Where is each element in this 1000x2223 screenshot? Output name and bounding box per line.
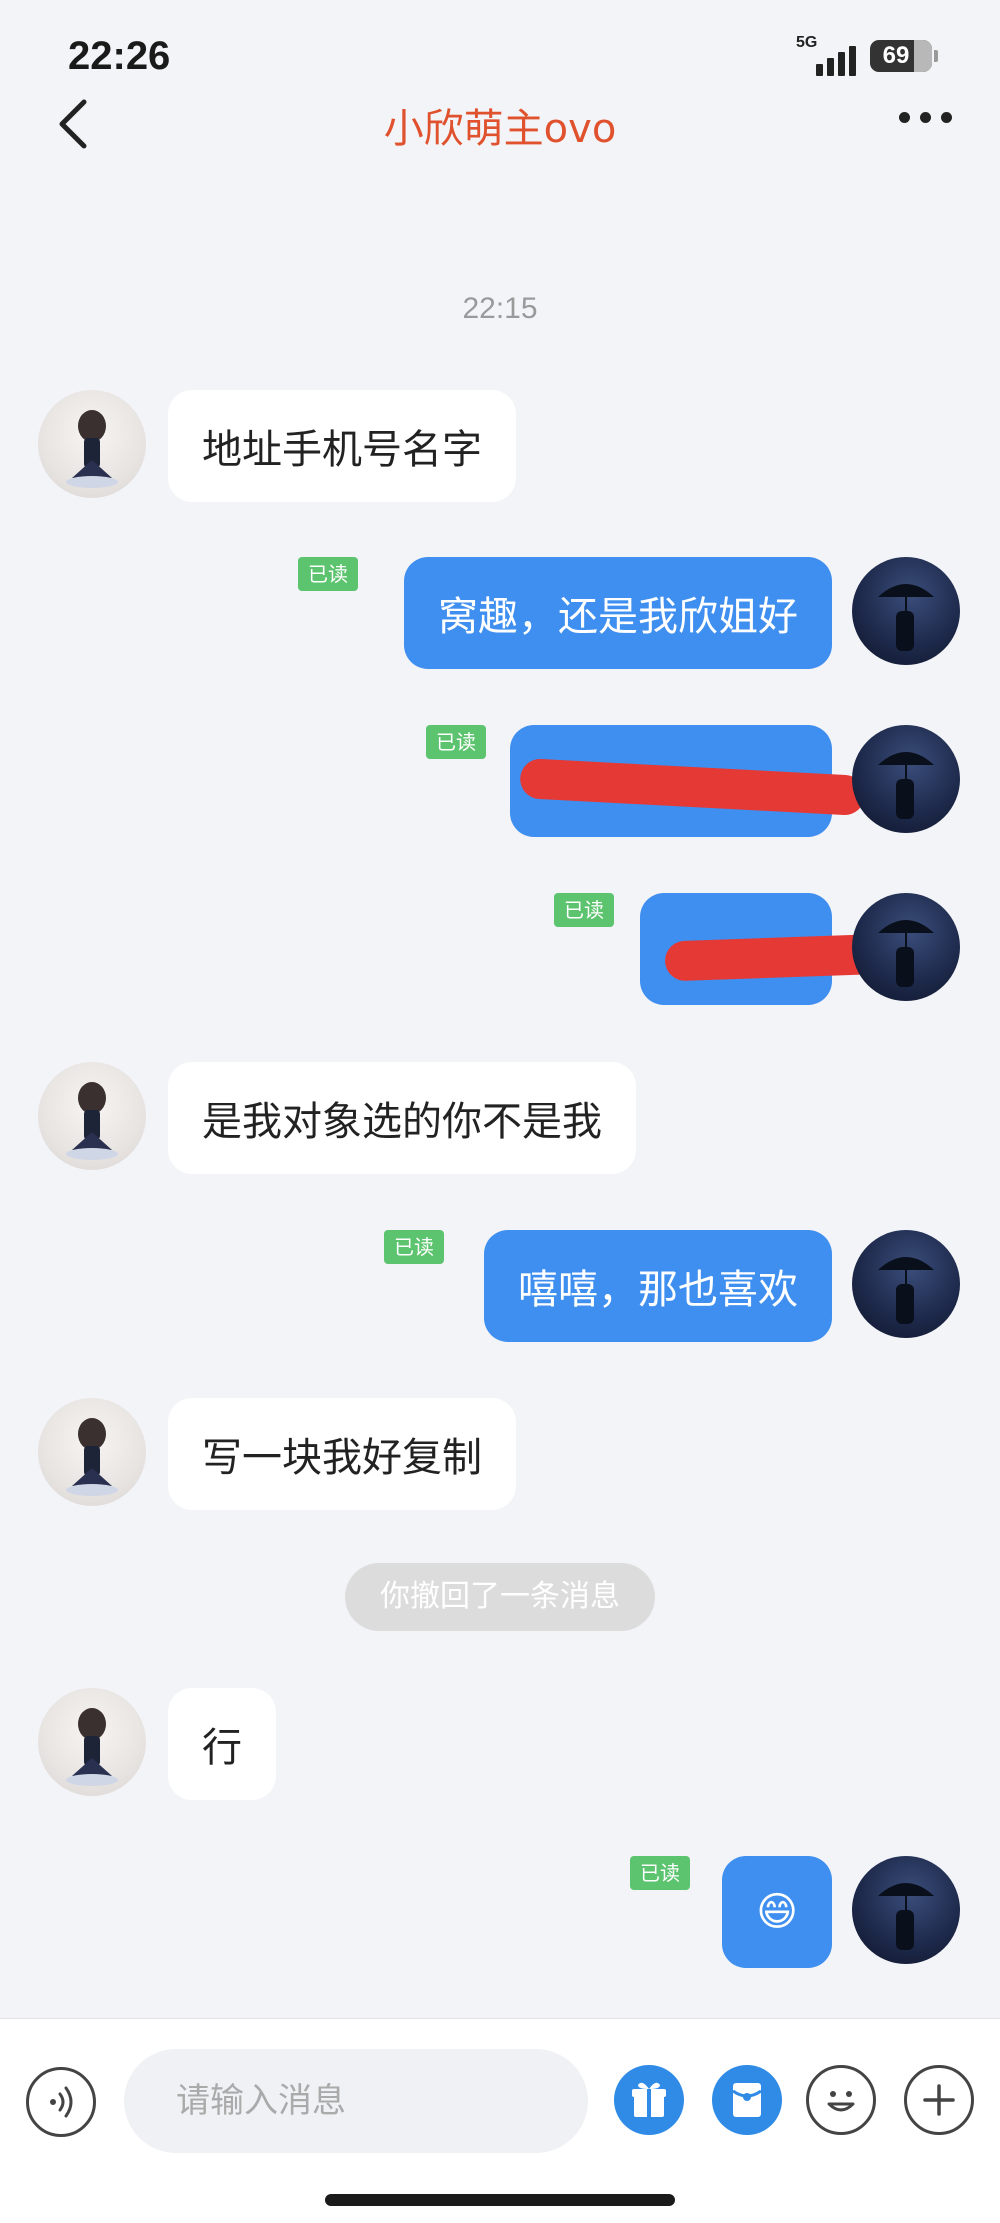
avatar[interactable] (38, 1688, 146, 1796)
plus-icon[interactable] (904, 2065, 974, 2135)
message-row: 已读 (0, 725, 1000, 837)
status-icons: 5G 69 (796, 34, 938, 76)
message-row: 已读 嘻嘻，那也喜欢 (0, 1230, 1000, 1342)
read-badge: 已读 (384, 1230, 444, 1264)
avatar[interactable] (38, 1398, 146, 1506)
read-badge: 已读 (298, 557, 358, 591)
read-badge: 已读 (554, 893, 614, 927)
battery-level: 69 (882, 42, 910, 69)
network-type: 5G (796, 34, 818, 51)
message-input[interactable] (124, 2049, 588, 2153)
recall-notice: 你撤回了一条消息 (345, 1563, 655, 1631)
avatar[interactable] (852, 725, 960, 833)
home-indicator[interactable] (325, 2194, 675, 2206)
avatar[interactable] (852, 1856, 960, 1964)
input-bar (0, 2018, 1000, 2223)
gift-icon[interactable] (614, 2065, 684, 2135)
message-bubble[interactable]: 窝趣，还是我欣姐好 (404, 557, 832, 669)
message-row: 已读 😄 (0, 1856, 1000, 1968)
message-row: 已读 (0, 893, 1000, 1005)
avatar[interactable] (38, 1062, 146, 1170)
avatar[interactable] (852, 1230, 960, 1338)
signal-icon: 5G (796, 34, 856, 76)
message-row: 写一块我好复制 (0, 1398, 1000, 1510)
status-time: 22:26 (68, 34, 171, 78)
more-dots-icon[interactable] (899, 112, 952, 123)
read-badge: 已读 (630, 1856, 690, 1890)
chat-title: 小欣萌主ovo (383, 106, 617, 152)
battery-icon: 69 (870, 40, 938, 72)
read-badge: 已读 (426, 725, 486, 759)
message-row: 地址手机号名字 (0, 390, 1000, 502)
avatar[interactable] (852, 893, 960, 1001)
message-row: 已读 窝趣，还是我欣姐好 (0, 557, 1000, 669)
avatar[interactable] (38, 390, 146, 498)
message-bubble[interactable]: 😄 (722, 1856, 832, 1968)
red-packet-icon[interactable] (712, 2065, 782, 2135)
message-bubble[interactable]: 地址手机号名字 (168, 390, 516, 502)
avatar[interactable] (852, 557, 960, 665)
voice-icon[interactable] (26, 2067, 96, 2137)
message-bubble[interactable]: 行 (168, 1688, 276, 1800)
message-bubble[interactable]: 嘻嘻，那也喜欢 (484, 1230, 832, 1342)
emoji-icon[interactable] (806, 2065, 876, 2135)
message-bubble[interactable]: 是我对象选的你不是我 (168, 1062, 636, 1174)
message-timestamp: 22:15 (462, 292, 538, 325)
message-row: 是我对象选的你不是我 (0, 1062, 1000, 1174)
message-row: 行 (0, 1688, 1000, 1800)
message-bubble[interactable]: 写一块我好复制 (168, 1398, 516, 1510)
